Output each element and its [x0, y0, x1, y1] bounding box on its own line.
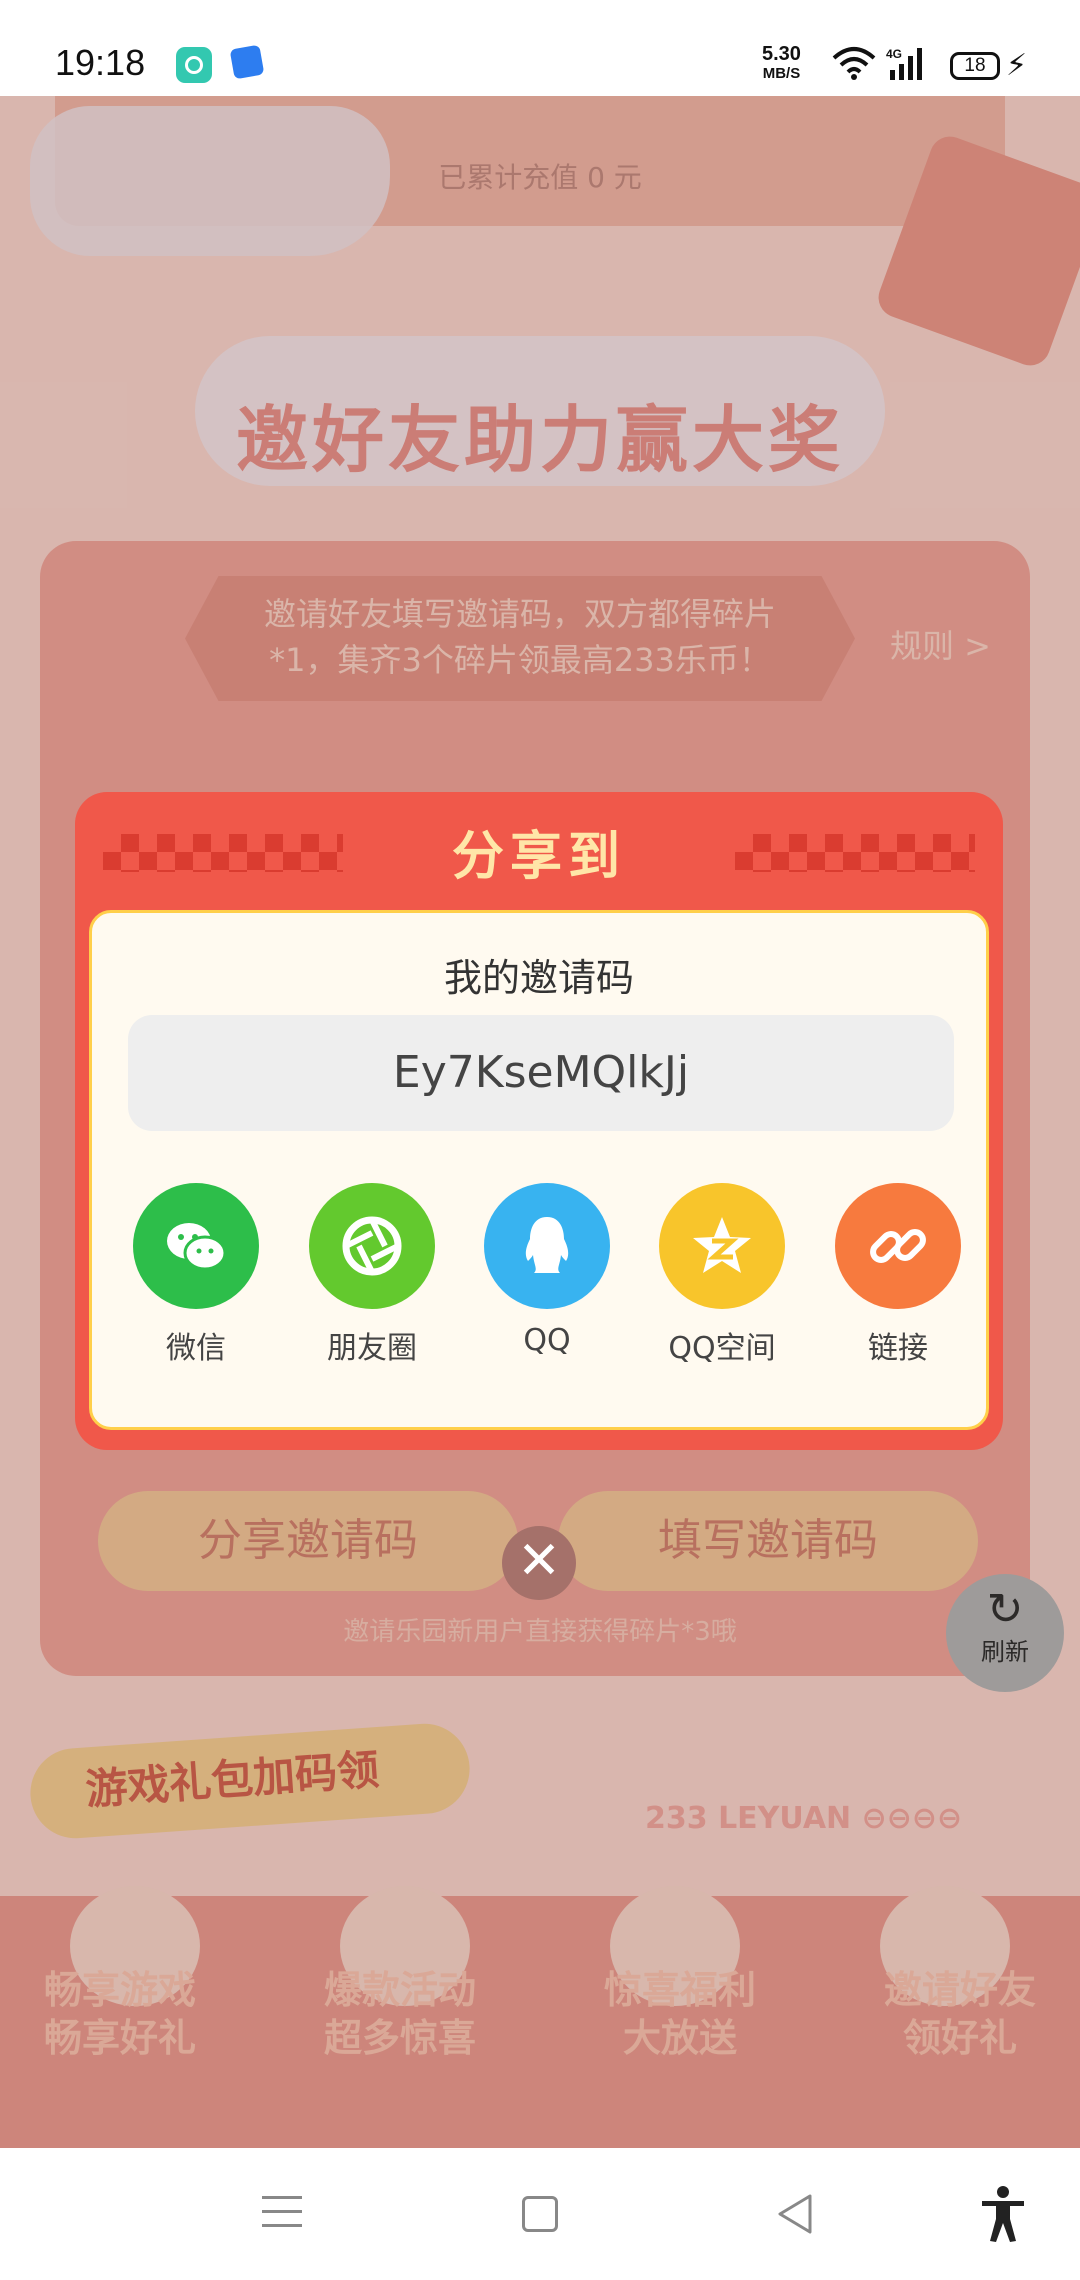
share-qq[interactable]: QQ — [477, 1183, 617, 1358]
invite-code-label: 我的邀请码 — [443, 956, 634, 1000]
battery-icon: 18 — [950, 52, 1000, 80]
share-link-label: 链接 — [868, 1331, 928, 1366]
close-dialog-button[interactable]: ✕ — [502, 1526, 576, 1600]
dialog-body: 我的邀请码 Ey7KseMQlkJj 微信 朋友圈 QQ QQ空间 链接 — [89, 910, 989, 1430]
share-link[interactable]: 链接 — [828, 1183, 968, 1367]
accessibility-icon[interactable] — [978, 2185, 1028, 2243]
app-notification-icon — [176, 47, 212, 83]
invite-code-box[interactable]: Ey7KseMQlkJj — [128, 1015, 954, 1131]
qzone-icon — [659, 1183, 785, 1309]
charging-icon: ⚡ — [1006, 48, 1028, 83]
refresh-icon: ↻ — [986, 1584, 1024, 1635]
status-bar: 19:18 5.30 MB/S 4G 18 ⚡ — [0, 0, 1080, 96]
share-qzone-label: QQ空间 — [668, 1331, 776, 1366]
moments-icon — [309, 1183, 435, 1309]
recent-apps-icon[interactable] — [262, 2196, 302, 2228]
refresh-button[interactable]: ↻ 刷新 — [946, 1574, 1064, 1692]
share-dialog: 分享到 我的邀请码 Ey7KseMQlkJj 微信 朋友圈 QQ QQ空间 链接 — [75, 792, 1003, 1450]
link-icon — [835, 1183, 961, 1309]
network-speed-value: 5.30 — [762, 43, 801, 65]
app-notification-icon-2 — [229, 44, 265, 80]
wechat-icon — [133, 1183, 259, 1309]
wifi-icon — [832, 47, 876, 80]
share-wechat[interactable]: 微信 — [126, 1183, 266, 1367]
status-time: 19:18 — [55, 42, 146, 83]
share-qq-label: QQ — [523, 1323, 571, 1358]
share-moments-label: 朋友圈 — [327, 1331, 417, 1366]
share-wechat-label: 微信 — [166, 1331, 226, 1366]
network-speed: 5.30 MB/S — [762, 44, 801, 84]
dialog-title: 分享到 — [451, 827, 626, 887]
network-type: 4G — [886, 47, 902, 61]
share-qzone[interactable]: QQ空间 — [652, 1183, 792, 1367]
close-icon: ✕ — [517, 1531, 561, 1591]
refresh-label: 刷新 — [981, 1638, 1029, 1666]
network-speed-unit: MB/S — [762, 65, 801, 82]
share-moments[interactable]: 朋友圈 — [302, 1183, 442, 1367]
back-icon[interactable] — [774, 2192, 818, 2236]
qq-icon — [484, 1183, 610, 1309]
home-icon[interactable] — [522, 2196, 558, 2232]
signal-icon: 4G — [886, 47, 922, 80]
